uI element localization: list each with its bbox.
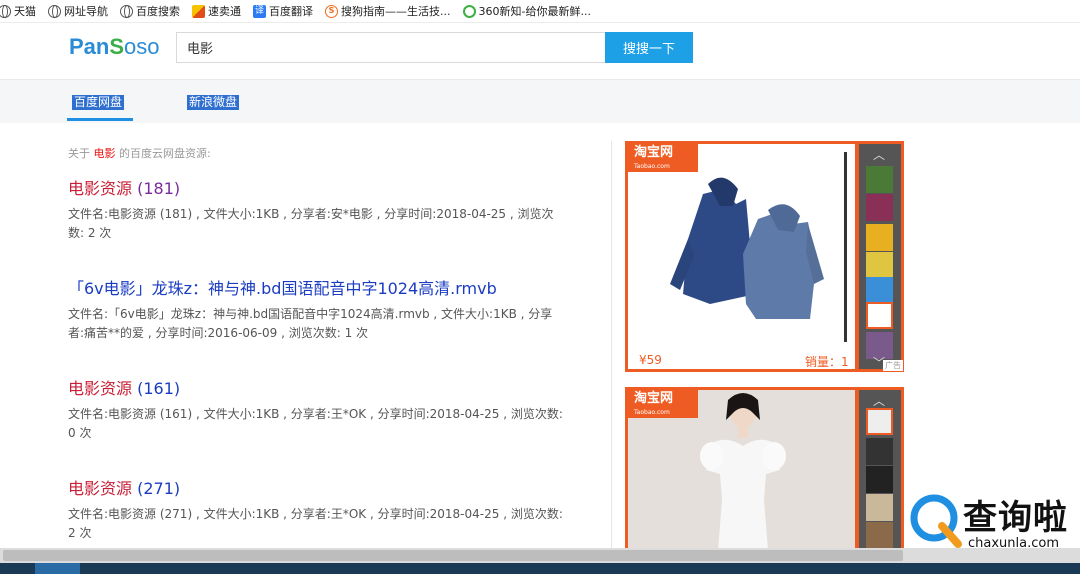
list-item: 电影资源 (161) 文件名:电影资源 (161) , 文件大小:1KB , 分… xyxy=(68,375,568,443)
chevron-up-icon[interactable]: ︿ xyxy=(873,392,885,409)
title-main: 电影资源 xyxy=(68,179,133,198)
baidu-translate-icon: 译 xyxy=(253,4,266,18)
horizontal-scrollbar[interactable] xyxy=(0,548,1080,563)
search-button[interactable]: 搜搜一下 xyxy=(605,32,693,63)
thumbnail[interactable] xyxy=(866,166,893,193)
chaxunla-logo-icon xyxy=(910,494,962,548)
taobao-ad-jackets[interactable]: 淘宝网 Taobao.com ¥59 销量：1 ︿ ﹀ 广告 xyxy=(625,141,904,372)
bookmark-label: 速卖通 xyxy=(208,5,241,18)
bookmark-label: 网址导航 xyxy=(64,5,108,18)
ad-sales: 销量：1 xyxy=(805,355,849,369)
result-title-link[interactable]: 电影资源 (181) xyxy=(68,175,568,199)
result-title-link[interactable]: 电影资源 (161) xyxy=(68,375,568,399)
badge-text: 淘宝网 xyxy=(634,145,674,160)
results-summary: 关于 电影 的百度云网盘资源: xyxy=(68,145,211,161)
bookmark-label: 百度翻译 xyxy=(269,5,313,18)
thumbnail[interactable] xyxy=(866,438,893,465)
sumaitong-icon xyxy=(192,4,205,18)
thumbnail[interactable] xyxy=(866,466,893,493)
taskbar xyxy=(0,563,1080,574)
bookmark-baidu-search[interactable]: 百度搜索 xyxy=(120,3,180,19)
thumbnail[interactable] xyxy=(866,224,893,251)
watermark-text: 查询啦 xyxy=(963,498,1068,538)
bookmark-sougou[interactable]: S 搜狗指南——生活技... xyxy=(325,3,451,19)
thumbnail-strip: ︿ ﹀ xyxy=(859,144,901,370)
thumbnail-selected[interactable] xyxy=(866,408,893,435)
title-main: 电影资源 xyxy=(68,379,133,398)
tab-baidu-pan[interactable]: 百度网盘 xyxy=(72,95,125,110)
taskbar-app-button[interactable] xyxy=(35,563,80,574)
list-item: 电影资源 (271) 文件名:电影资源 (271) , 文件大小:1KB , 分… xyxy=(68,475,568,543)
thumbnail[interactable] xyxy=(866,494,893,521)
bookmarks-bar: 天猫 网址导航 百度搜索 速卖通 译 百度翻译 S 搜狗指南——生活技... 3… xyxy=(0,0,1080,23)
bookmark-label: 搜狗指南——生活技... xyxy=(341,5,451,18)
badge-text: 淘宝网 xyxy=(634,391,674,406)
bookmark-baidu-translate[interactable]: 译 百度翻译 xyxy=(253,3,313,19)
thumbnail[interactable] xyxy=(866,252,893,279)
logo-part: S xyxy=(109,34,125,59)
title-count: (271) xyxy=(137,479,181,498)
title-main: 电影资源 xyxy=(68,479,133,498)
taobao-badge: 淘宝网 Taobao.com xyxy=(628,390,698,418)
chevron-up-icon[interactable]: ︿ xyxy=(873,146,885,163)
thumbnail-strip: ︿ xyxy=(859,390,901,553)
ad-label: 广告 xyxy=(883,360,903,371)
list-item: 「6v电影」龙珠z：神与神.bd国语配音中字1024高清.rmvb 文件名:「6… xyxy=(68,275,568,343)
bookmark-label: 天猫 xyxy=(14,5,36,18)
logo-part: oso xyxy=(124,34,160,59)
title-count: (181) xyxy=(137,179,181,198)
summary-keyword: 电影 xyxy=(93,147,116,160)
tab-sina-pan[interactable]: 新浪微盘 xyxy=(187,95,240,110)
badge-subtext: Taobao.com xyxy=(634,163,670,170)
result-title-link[interactable]: 「6v电影」龙珠z：神与神.bd国语配音中字1024高清.rmvb xyxy=(68,275,568,299)
bookmark-label: 360新知-给你最新鲜... xyxy=(478,5,591,18)
scrollbar-thumb[interactable] xyxy=(3,550,903,561)
list-item: 电影资源 (181) 文件名:电影资源 (181) , 文件大小:1KB , 分… xyxy=(68,175,568,243)
ad-price: ¥59 xyxy=(639,353,662,367)
summary-suffix: 的百度云网盘资源: xyxy=(119,147,211,160)
logo-part: Pan xyxy=(69,34,110,59)
chaxunla-watermark: 查询啦 chaxunla.com xyxy=(908,488,1078,554)
source-tabs: 百度网盘 新浪微盘 xyxy=(0,79,1080,123)
column-divider xyxy=(611,141,612,551)
taobao-ad-dress[interactable]: 淘宝网 Taobao.com ︿ xyxy=(625,387,904,553)
summary-prefix: 关于 xyxy=(68,147,90,160)
ad-product-image[interactable]: ¥59 销量：1 xyxy=(628,144,855,369)
360-icon xyxy=(462,4,476,18)
jacket-image xyxy=(670,152,847,342)
bookmark-sumaitong[interactable]: 速卖通 xyxy=(192,3,241,19)
bookmark-nav[interactable]: 网址导航 xyxy=(48,3,108,19)
sougou-icon: S xyxy=(325,4,338,18)
result-description: 文件名:电影资源 (181) , 文件大小:1KB , 分享者:安*电影 , 分… xyxy=(68,207,554,240)
search-input[interactable] xyxy=(176,32,606,63)
thumbnail[interactable] xyxy=(866,194,893,221)
globe-icon xyxy=(120,4,133,18)
bookmark-label: 百度搜索 xyxy=(136,5,180,18)
site-header: PanSoso 搜搜一下 xyxy=(0,23,1080,79)
result-description: 文件名:电影资源 (161) , 文件大小:1KB , 分享者:王*OK , 分… xyxy=(68,407,563,440)
globe-icon xyxy=(48,4,61,18)
result-description: 文件名:「6v电影」龙珠z：神与神.bd国语配音中字1024高清.rmvb , … xyxy=(68,307,553,340)
thumbnail[interactable] xyxy=(866,277,893,304)
taobao-badge: 淘宝网 Taobao.com xyxy=(628,144,698,172)
title-count: (161) xyxy=(137,379,181,398)
result-description: 文件名:电影资源 (271) , 文件大小:1KB , 分享者:王*OK , 分… xyxy=(68,507,563,540)
bookmark-tmall[interactable]: 天猫 xyxy=(0,3,36,19)
thumbnail[interactable] xyxy=(866,522,893,549)
result-title-link[interactable]: 电影资源 (271) xyxy=(68,475,568,499)
globe-icon xyxy=(0,4,11,18)
bookmark-360[interactable]: 360新知-给你最新鲜... xyxy=(462,3,591,19)
active-tab-indicator xyxy=(67,118,133,121)
title-main: 「6v电影」龙珠z：神与神.bd国语配音中字1024高清.rmvb xyxy=(68,279,497,298)
badge-subtext: Taobao.com xyxy=(634,409,670,416)
thumbnail-selected[interactable] xyxy=(866,302,893,329)
pansoso-logo[interactable]: PanSoso xyxy=(69,34,160,60)
